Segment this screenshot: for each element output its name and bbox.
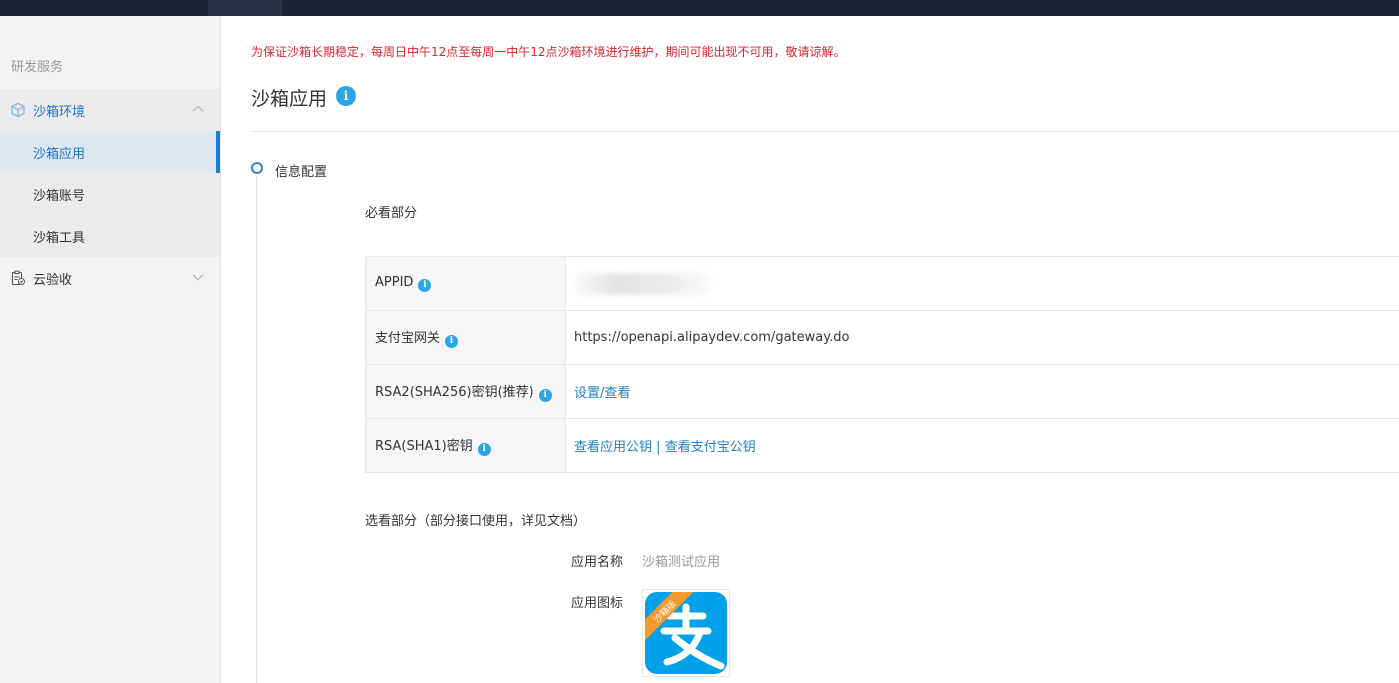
sidebar: 研发服务 沙箱环境 沙箱应用 沙箱账号 沙箱工具 云验收 xyxy=(0,16,221,683)
gateway-label: 支付宝网关 xyxy=(375,331,441,346)
table-label-cell: RSA(SHA1)密钥 i xyxy=(365,418,566,473)
app-icon-label: 应用图标 xyxy=(571,596,624,611)
table-value-cell: 查看应用公钥 | 查看支付宝公钥 xyxy=(565,418,1399,473)
info-icon[interactable]: i xyxy=(477,443,491,456)
table-value-cell: 设置/查看 xyxy=(565,364,1399,419)
sidebar-item-sandbox-account[interactable]: 沙箱账号 xyxy=(0,173,220,215)
table-row: APPID i xyxy=(365,256,1399,311)
appid-blurred-value xyxy=(574,272,712,295)
top-nav-active-tab[interactable] xyxy=(208,0,282,16)
sidebar-item-label: 沙箱工具 xyxy=(33,231,86,246)
optional-section-label: 选看部分（部分接口使用，详见文档） xyxy=(365,514,587,529)
info-icon[interactable]: i xyxy=(418,279,432,292)
sidebar-submenu-sandbox: 沙箱应用 沙箱账号 沙箱工具 xyxy=(0,131,220,257)
gateway-url-value: https://openapi.alipaydev.com/gateway.do xyxy=(574,330,850,345)
sidebar-item-sandbox-app[interactable]: 沙箱应用 xyxy=(0,131,220,173)
app-name-label: 应用名称 xyxy=(571,555,624,570)
table-value-cell: https://openapi.alipaydev.com/gateway.do xyxy=(565,310,1399,365)
table-value-cell xyxy=(565,256,1399,311)
view-alipay-public-key-link[interactable]: 查看支付宝公钥 xyxy=(665,440,756,455)
sidebar-group-sandbox-env[interactable]: 沙箱环境 xyxy=(0,89,220,131)
appid-label: APPID xyxy=(375,275,414,290)
step-timeline-line xyxy=(256,176,257,683)
link-separator: | xyxy=(656,440,661,455)
required-section-label: 必看部分 xyxy=(365,206,418,221)
cube-icon xyxy=(11,102,25,118)
app-info-table: APPID i 支付宝网关 i https://openapi.alipaydev.… xyxy=(365,256,1399,473)
sidebar-group-cloud-acceptance[interactable]: 云验收 xyxy=(0,257,220,299)
chevron-up-icon xyxy=(192,105,204,112)
app-name-value: 沙箱测试应用 xyxy=(642,555,721,570)
info-icon[interactable]: i xyxy=(336,86,356,106)
top-navigation-bar xyxy=(0,0,1399,16)
chevron-down-icon xyxy=(192,274,204,281)
sidebar-group-label: 沙箱环境 xyxy=(33,105,86,120)
table-row: 支付宝网关 i https://openapi.alipaydev.com/gat… xyxy=(365,310,1399,365)
app-icon[interactable]: 沙箱版 xyxy=(642,589,730,677)
rsa2-key-label: RSA2(SHA256)密钥(推荐) xyxy=(375,385,534,400)
clipboard-check-icon xyxy=(11,270,25,286)
rsa-key-label: RSA(SHA1)密钥 xyxy=(375,439,473,454)
table-label-cell: 支付宝网关 i xyxy=(365,310,566,365)
step-title: 信息配置 xyxy=(275,165,328,180)
step-indicator-circle xyxy=(251,162,263,174)
rsa2-setup-view-link[interactable]: 设置/查看 xyxy=(574,386,630,401)
table-row: RSA(SHA1)密钥 i 查看应用公钥 | 查看支付宝公钥 xyxy=(365,418,1399,473)
table-label-cell: APPID i xyxy=(365,256,566,311)
title-divider xyxy=(251,131,1399,132)
maintenance-notice: 为保证沙箱长期稳定，每周日中午12点至每周一中午12点沙箱环境进行维护，期间可能… xyxy=(251,45,846,59)
sidebar-group-label: 云验收 xyxy=(33,273,73,288)
table-label-cell: RSA2(SHA256)密钥(推荐) i xyxy=(365,364,566,419)
alipay-logo-icon: 沙箱版 xyxy=(645,592,727,674)
view-app-public-key-link[interactable]: 查看应用公钥 xyxy=(574,440,652,455)
table-row: RSA2(SHA256)密钥(推荐) i 设置/查看 xyxy=(365,364,1399,419)
info-icon[interactable]: i xyxy=(445,335,459,348)
page-title: 沙箱应用 xyxy=(251,88,328,110)
sidebar-item-label: 沙箱应用 xyxy=(33,147,86,162)
sidebar-section-title: 研发服务 xyxy=(11,60,64,75)
sidebar-item-sandbox-tools[interactable]: 沙箱工具 xyxy=(0,215,220,257)
sidebar-item-label: 沙箱账号 xyxy=(33,189,86,204)
info-icon[interactable]: i xyxy=(538,389,552,402)
